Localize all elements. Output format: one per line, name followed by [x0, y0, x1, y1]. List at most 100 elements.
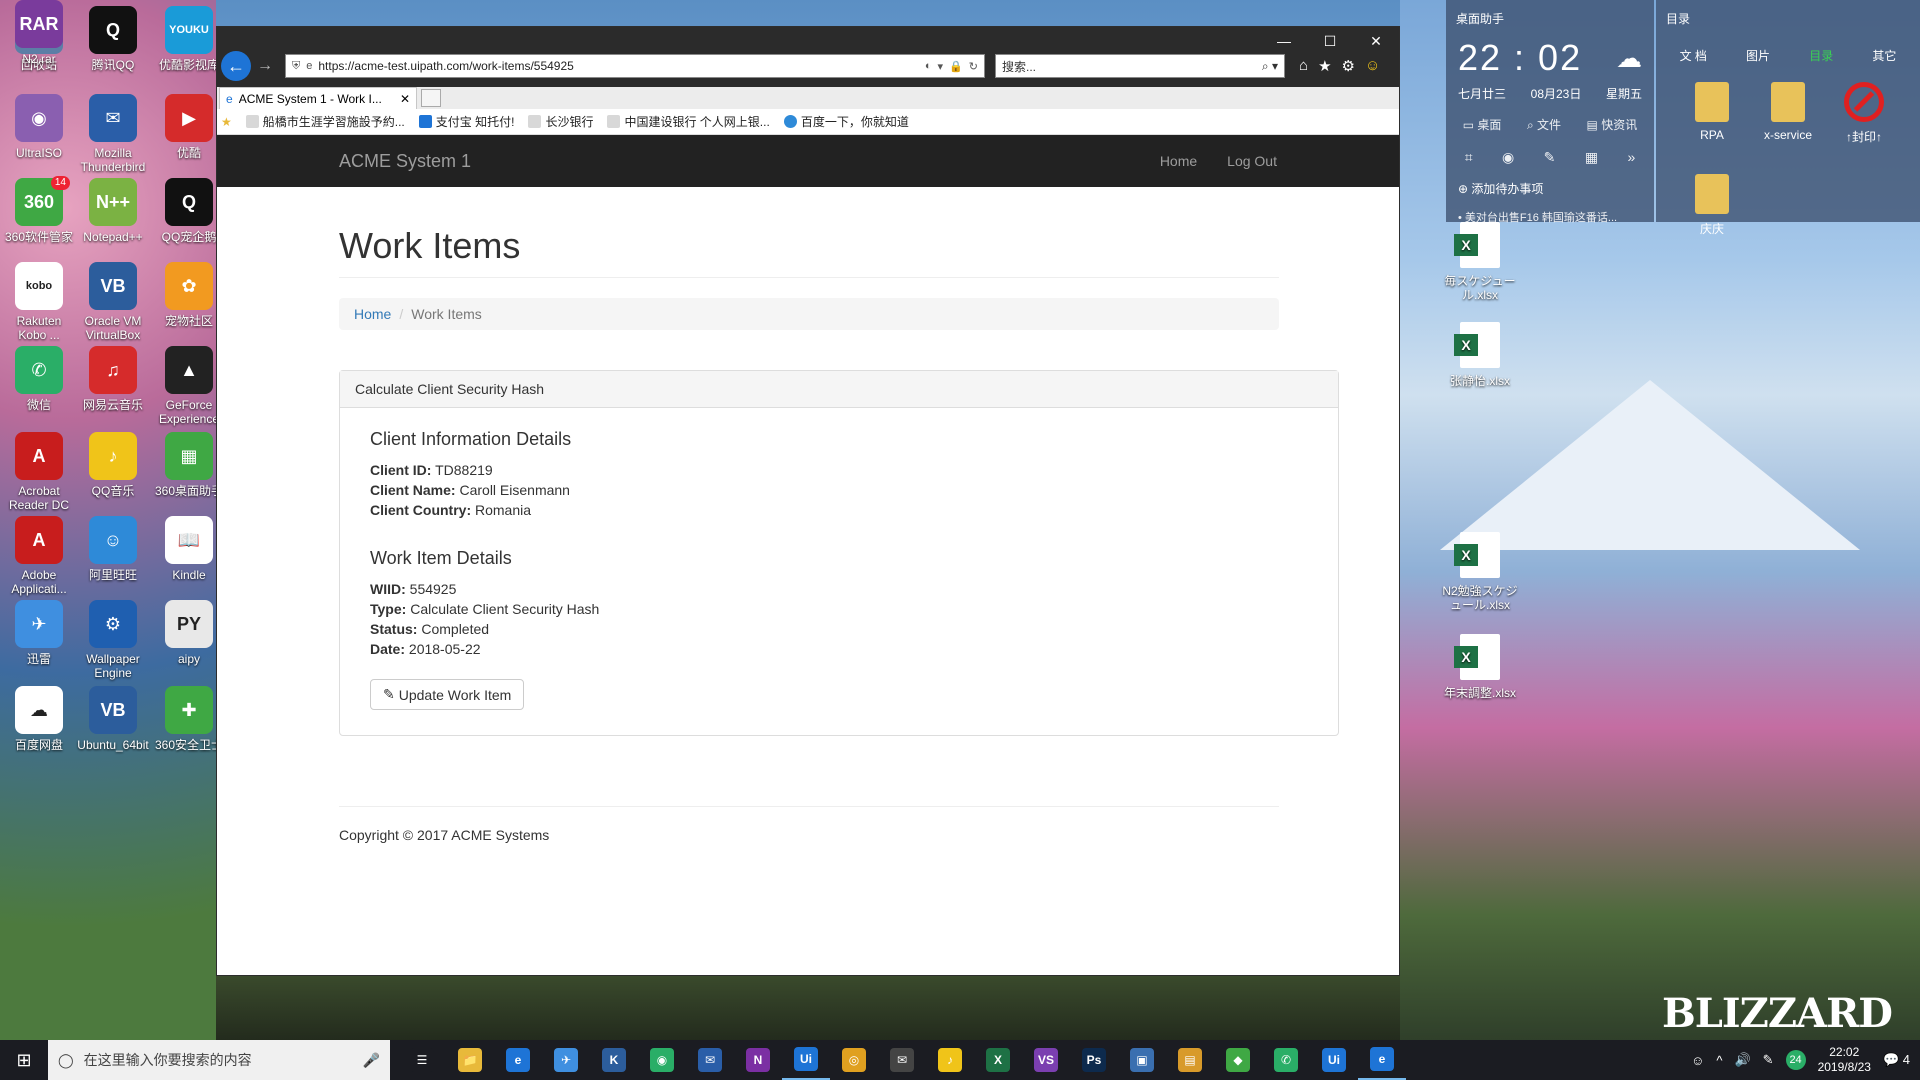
favorite-link[interactable]: 支付宝 知托付!: [418, 113, 514, 130]
desktop-icon[interactable]: ◉ UltraISO: [2, 94, 76, 160]
desktop-icon[interactable]: ✈ 迅雷: [2, 600, 76, 666]
taskbar-app[interactable]: Ui: [782, 1040, 830, 1080]
compat-icon[interactable]: ◐: [925, 60, 932, 72]
taskbar-app[interactable]: 📁: [446, 1040, 494, 1080]
favorites-star-icon[interactable]: ★: [1318, 57, 1331, 75]
taskbar-app[interactable]: e: [494, 1040, 542, 1080]
desktop-icon[interactable]: YOUKU 优酷影视库: [152, 6, 226, 72]
directory-tab[interactable]: 文 档: [1680, 47, 1707, 64]
desktop-icon[interactable]: ✉ Mozilla Thunderbird: [76, 94, 150, 174]
taskbar-app[interactable]: ▣: [1118, 1040, 1166, 1080]
crop-icon[interactable]: ⌗: [1465, 149, 1473, 166]
people-icon[interactable]: ☺: [1691, 1053, 1704, 1068]
settings-gear-icon[interactable]: ⚙: [1342, 57, 1355, 75]
notification-count-badge[interactable]: 24: [1785, 1050, 1806, 1070]
widget-file-link[interactable]: ⌕ 文件: [1527, 116, 1561, 133]
directory-tab[interactable]: 其它: [1872, 47, 1896, 64]
desktop-icon[interactable]: ☺ 阿里旺旺: [76, 516, 150, 582]
back-button[interactable]: ←: [221, 51, 251, 81]
favorite-link[interactable]: 百度一下，你就知道: [783, 113, 909, 130]
directory-tab[interactable]: 目录: [1809, 47, 1833, 64]
feedback-smiley-icon[interactable]: ☺: [1365, 57, 1380, 75]
taskbar-app[interactable]: ✆: [1262, 1040, 1310, 1080]
taskbar-clock[interactable]: 22:02 2019/8/23: [1818, 1045, 1871, 1075]
new-tab-button[interactable]: [421, 89, 441, 107]
excel-file-icon[interactable]: X 毎スケジュール.xlsx: [1440, 222, 1520, 302]
add-todo-button[interactable]: ⊕ 添加待办事项: [1446, 174, 1654, 203]
taskbar-app[interactable]: N: [734, 1040, 782, 1080]
folder-sealed[interactable]: ↑封印↑: [1832, 82, 1896, 145]
taskbar-app[interactable]: ◎: [830, 1040, 878, 1080]
favorite-link[interactable]: 船橋市生涯学習施設予約...: [245, 113, 405, 130]
desktop-icon[interactable]: N++ Notepad++: [76, 178, 150, 244]
desktop-icon[interactable]: A Acrobat Reader DC: [2, 432, 76, 512]
folder-x-service[interactable]: x-service: [1756, 82, 1820, 142]
windows-start-button[interactable]: ⊞: [0, 1040, 48, 1080]
browser-search-box[interactable]: 搜索... ⌕ ▾: [995, 54, 1285, 78]
nav-logout-link[interactable]: Log Out: [1227, 153, 1277, 169]
taskbar-app[interactable]: ✉: [686, 1040, 734, 1080]
desktop-icon[interactable]: Q 腾讯QQ: [76, 6, 150, 72]
desktop-icon[interactable]: RAR N2.rar: [2, 0, 76, 66]
widget-desktop-link[interactable]: ▭ 桌面: [1463, 116, 1502, 133]
calculator-icon[interactable]: ▦: [1585, 149, 1598, 166]
edit-icon[interactable]: ✎: [1544, 149, 1556, 166]
eye-icon[interactable]: ◉: [1502, 149, 1514, 166]
refresh-icon[interactable]: ↻: [969, 60, 978, 73]
desktop-icon[interactable]: 360 14 360软件管家: [2, 176, 76, 244]
excel-file-icon[interactable]: X 年末調整.xlsx: [1440, 634, 1520, 700]
taskbar-app[interactable]: ▤: [1166, 1040, 1214, 1080]
favorite-link[interactable]: 中国建设银行 个人网上银...: [607, 113, 770, 130]
lock-icon[interactable]: 🔒: [949, 60, 963, 73]
taskbar-app[interactable]: ☰: [398, 1040, 446, 1080]
taskbar-app[interactable]: VS: [1022, 1040, 1070, 1080]
desktop-icon[interactable]: ▶ 优酷: [152, 94, 226, 160]
widget-news-item[interactable]: • 美对台出售F16 韩国瑜这番话...: [1446, 203, 1654, 231]
desktop-icon[interactable]: kobo Rakuten Kobo ...: [2, 262, 76, 342]
site-brand[interactable]: ACME System 1: [339, 151, 1160, 172]
favorite-link[interactable]: 长沙银行: [528, 113, 593, 130]
home-icon[interactable]: ⌂: [1299, 57, 1308, 75]
microphone-icon[interactable]: 🎤: [363, 1052, 380, 1069]
desktop-icon[interactable]: ✿ 宠物社区: [152, 262, 226, 328]
breadcrumb-home-link[interactable]: Home: [354, 306, 391, 322]
desktop-icon[interactable]: VB Oracle VM VirtualBox: [76, 262, 150, 342]
search-placeholder[interactable]: 搜索...: [1002, 58, 1262, 75]
desktop-icon[interactable]: A Adobe Applicati...: [2, 516, 76, 596]
add-favorite-icon[interactable]: ★: [221, 115, 232, 129]
desktop-icon[interactable]: ▦ 360桌面助手: [152, 432, 226, 498]
taskbar-search-box[interactable]: ◯ 在这里输入你要搜索的内容 🎤: [48, 1040, 390, 1080]
desktop-icon[interactable]: VB Ubuntu_64bit: [76, 686, 150, 752]
desktop-icon[interactable]: ✆ 微信: [2, 346, 76, 412]
folder-qingqing[interactable]: 庆庆: [1680, 174, 1744, 237]
action-center-icon[interactable]: 💬 4: [1883, 1052, 1910, 1068]
widget-news-link[interactable]: ▤ 快资讯: [1587, 116, 1638, 133]
desktop-icon[interactable]: ▲ GeForce Experience: [152, 346, 226, 426]
desktop-icon[interactable]: PY aipy: [152, 600, 226, 666]
tray-expand-icon[interactable]: ^: [1716, 1053, 1722, 1068]
taskbar-app[interactable]: e: [1358, 1040, 1406, 1080]
address-bar[interactable]: ⛨ e https://acme-test.uipath.com/work-it…: [285, 54, 985, 78]
taskbar-app[interactable]: K: [590, 1040, 638, 1080]
taskbar-app[interactable]: ◆: [1214, 1040, 1262, 1080]
update-work-item-button[interactable]: ✎ Update Work Item: [370, 679, 525, 710]
directory-tab[interactable]: 图片: [1746, 47, 1770, 64]
dropdown-icon[interactable]: ▾: [938, 60, 944, 73]
close-tab-icon[interactable]: ✕: [400, 92, 410, 106]
address-url[interactable]: https://acme-test.uipath.com/work-items/…: [318, 59, 919, 73]
taskbar-app[interactable]: Ui: [1310, 1040, 1358, 1080]
forward-button[interactable]: →: [251, 57, 279, 75]
taskbar-app[interactable]: X: [974, 1040, 1022, 1080]
desktop-icon[interactable]: ✚ 360安全卫士: [152, 686, 226, 752]
desktop-icon[interactable]: ⚙ Wallpaper Engine: [76, 600, 150, 680]
excel-file-icon[interactable]: X N2勉強スケジュール.xlsx: [1440, 532, 1520, 612]
taskbar-app[interactable]: ♪: [926, 1040, 974, 1080]
desktop-icon[interactable]: ♫ 网易云音乐: [76, 346, 150, 412]
folder-rpa[interactable]: RPA: [1680, 82, 1744, 142]
search-icon[interactable]: ⌕ ▾: [1262, 59, 1278, 74]
expand-icon[interactable]: »: [1627, 149, 1635, 166]
taskbar-app[interactable]: ✉: [878, 1040, 926, 1080]
desktop-icon[interactable]: ♪ QQ音乐: [76, 432, 150, 498]
taskbar-app[interactable]: Ps: [1070, 1040, 1118, 1080]
taskbar-app[interactable]: ◉: [638, 1040, 686, 1080]
